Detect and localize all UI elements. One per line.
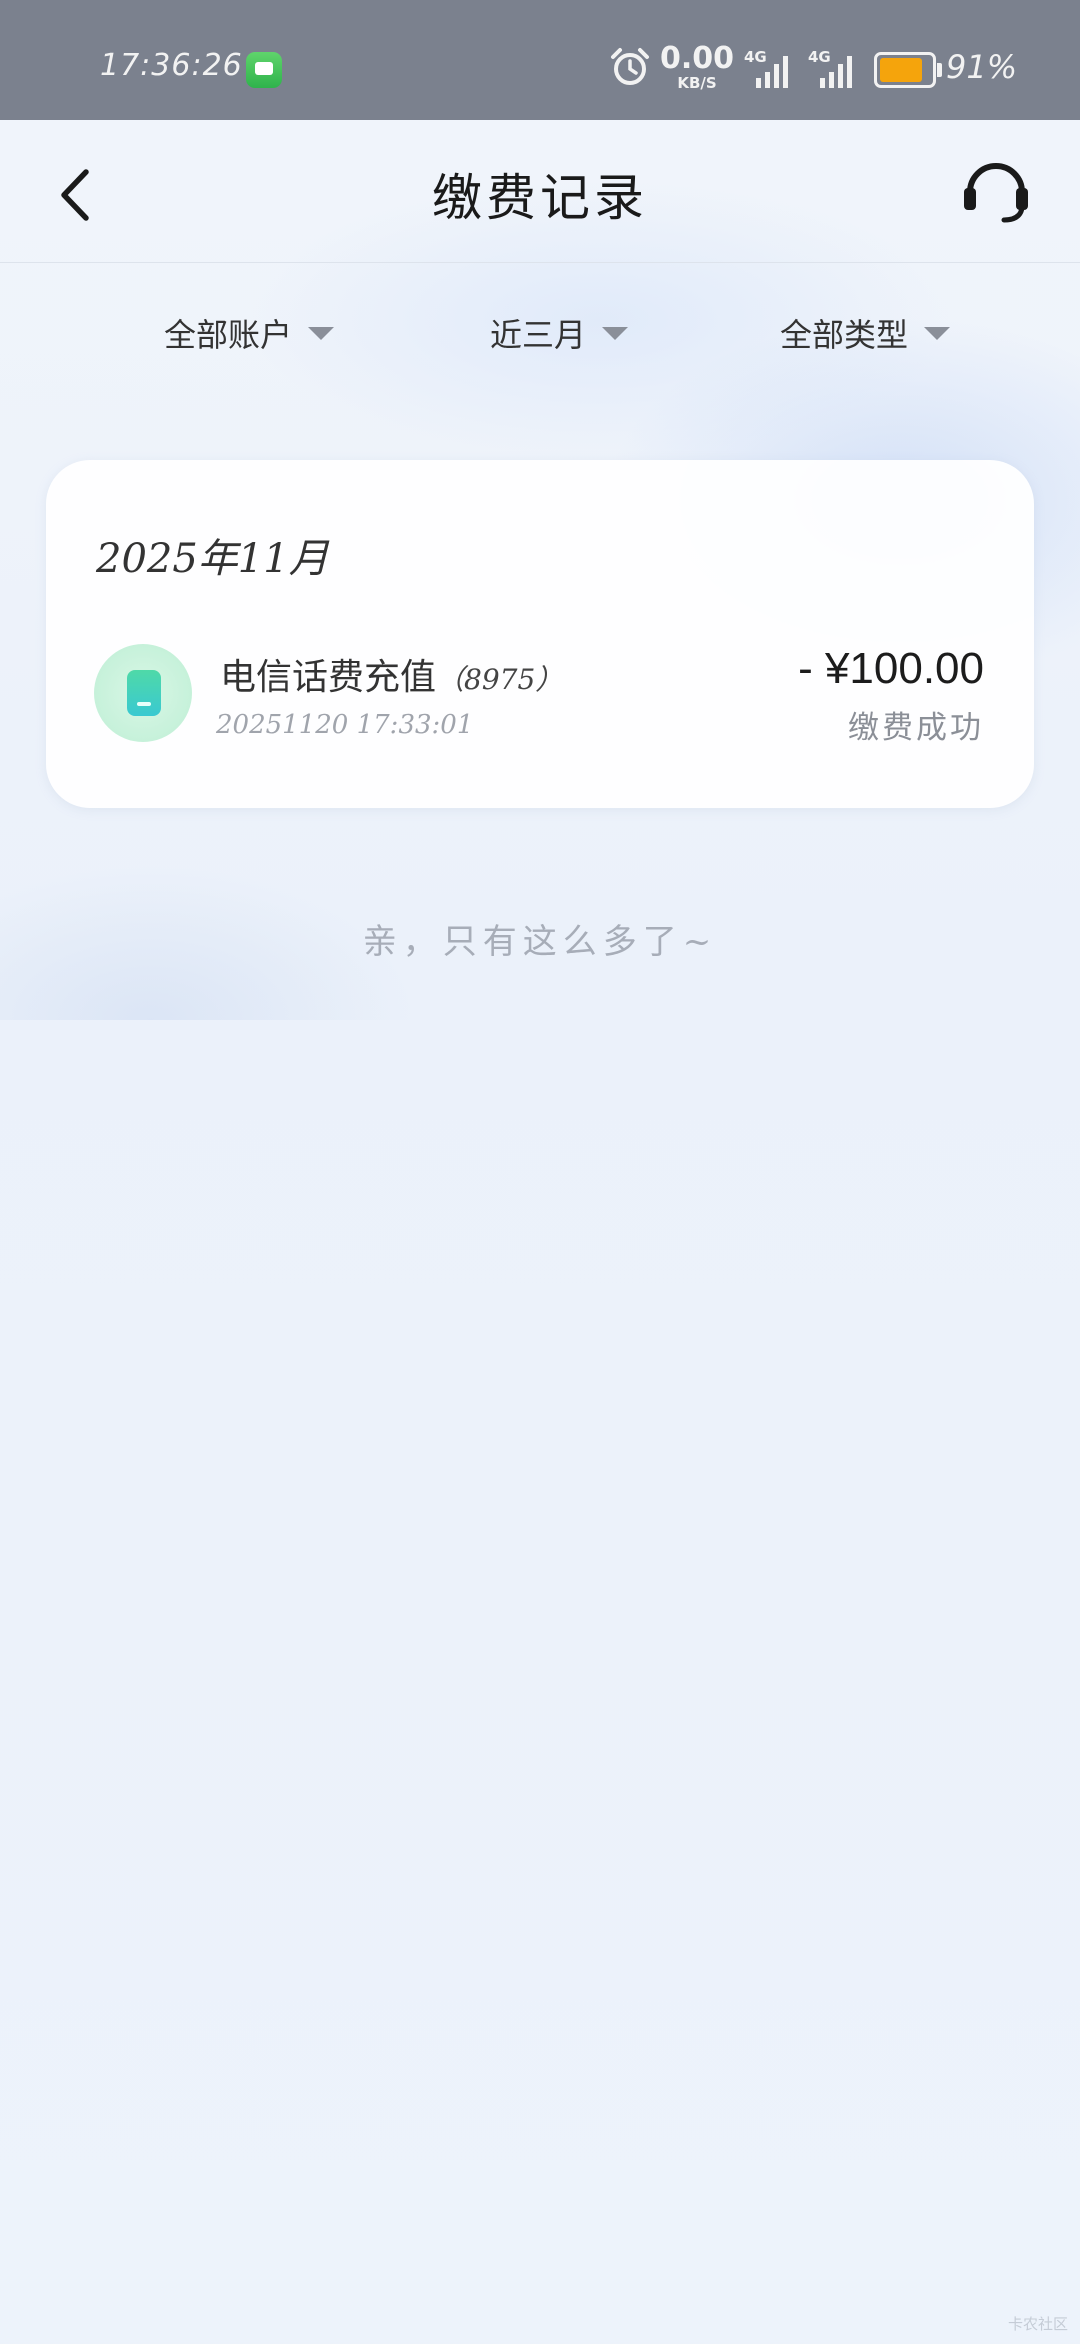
caret-down-icon — [924, 326, 951, 340]
record-title-text: 电信话费充值 — [220, 657, 437, 698]
filter-period-dropdown[interactable]: 近三月 — [490, 310, 629, 356]
battery-percent: 91% — [946, 48, 1018, 86]
filter-bar: 全部账户 近三月 全部类型 — [0, 300, 1080, 370]
record-status: 缴费成功 — [848, 710, 984, 746]
filter-type-label: 全部类型 — [780, 316, 909, 354]
battery-icon — [874, 52, 942, 88]
caret-down-icon — [308, 326, 335, 340]
filter-type-dropdown[interactable]: 全部类型 — [780, 310, 951, 356]
page-title: 缴费记录 — [432, 169, 648, 227]
record-datetime: 20251120 17:33:01 — [216, 710, 474, 740]
headset-icon[interactable] — [958, 152, 1034, 228]
record-title: 电信话费充值（8975） — [220, 648, 563, 700]
filter-account-label: 全部账户 — [164, 316, 293, 354]
network-speed-unit: KB/S — [677, 74, 717, 92]
filter-account-dropdown[interactable]: 全部账户 — [164, 310, 335, 356]
alarm-icon — [611, 48, 649, 85]
network-speed-value: 0.00 — [660, 41, 735, 76]
record-amount: - ¥100.00 — [798, 644, 984, 693]
battery-fill — [880, 58, 922, 82]
message-app-icon — [246, 52, 282, 88]
nav-header: 缴费记录 — [0, 120, 1080, 263]
record-account: （8975） — [436, 663, 564, 696]
watermark: 卡农社区 — [1007, 2315, 1068, 2333]
records-card: 2025年11月 电信话费充值（8975） 20251120 17:33:01 … — [46, 460, 1034, 808]
filter-period-label: 近三月 — [490, 316, 587, 354]
caret-down-icon — [602, 326, 629, 340]
month-heading: 2025年11月 — [96, 536, 329, 582]
status-time: 17:36:26 — [100, 48, 243, 83]
end-of-list-tip: 亲，只有这么多了~ — [362, 922, 718, 962]
network-speed: 0.00 KB/S — [660, 44, 734, 91]
phone-icon — [94, 644, 192, 742]
status-bar: 17:36:26 0.00 KB/S 4G 4G 91% — [0, 0, 1080, 120]
